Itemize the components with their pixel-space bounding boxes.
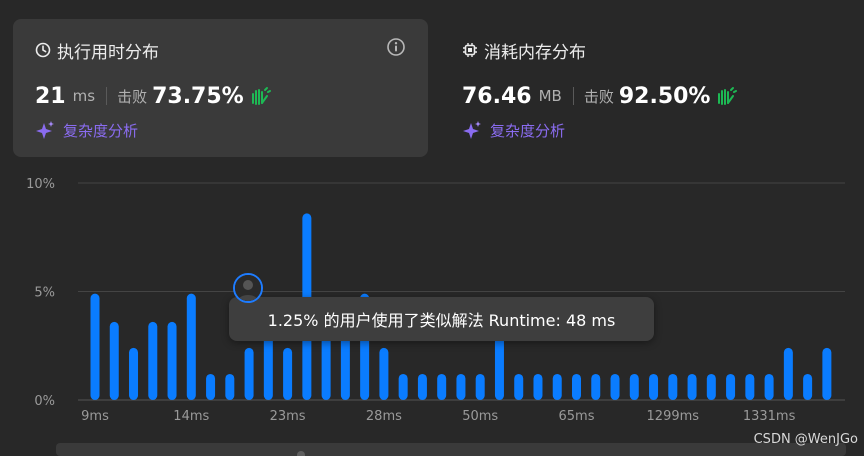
runtime-bar[interactable] — [552, 373, 562, 400]
avatar-image — [235, 275, 261, 301]
sparkle-icon — [463, 121, 481, 139]
x-tick-label: 1331ms — [743, 409, 796, 424]
runtime-unit: ms — [72, 87, 96, 105]
runtime-bar[interactable] — [129, 347, 139, 400]
scrollbar-thumb[interactable] — [297, 451, 305, 456]
runtime-bar[interactable] — [379, 347, 389, 400]
runtime-stats: 21 ms 击败 73.75% — [35, 81, 272, 111]
bar-tooltip: 1.25% 的用户使用了类似解法 Runtime: 48 ms — [229, 297, 654, 341]
memory-complexity-label: 复杂度分析 — [490, 121, 566, 140]
runtime-bar[interactable] — [726, 373, 736, 400]
x-tick-label: 65ms — [559, 409, 595, 424]
runtime-bar[interactable] — [225, 373, 235, 400]
sparkle-icon — [36, 121, 54, 139]
runtime-bar[interactable] — [610, 373, 620, 400]
runtime-bar[interactable] — [417, 373, 427, 400]
divider — [572, 87, 574, 105]
runtime-bar[interactable] — [456, 373, 466, 400]
x-tick-label: 9ms — [81, 409, 109, 424]
x-tick-label: 28ms — [366, 409, 402, 424]
runtime-complexity-link[interactable]: 复杂度分析 — [35, 119, 138, 141]
runtime-bar[interactable] — [803, 373, 813, 400]
memory-value: 76.46 — [462, 83, 532, 109]
divider — [106, 87, 108, 105]
runtime-bar[interactable] — [437, 373, 447, 400]
clock-icon — [35, 42, 51, 58]
memory-card[interactable]: 消耗内存分布 76.46 MB 击败 92.50% 复杂度分析 — [440, 19, 855, 157]
y-tick-label: 0% — [34, 394, 55, 409]
runtime-beat-label: 击败 — [117, 87, 148, 106]
chip-icon — [463, 43, 477, 57]
runtime-bar[interactable] — [148, 321, 158, 400]
memory-beat-percent: 92.50% — [618, 83, 711, 109]
memory-title: 消耗内存分布 — [462, 39, 586, 63]
user-avatar[interactable] — [233, 273, 263, 303]
runtime-bar[interactable] — [90, 293, 100, 400]
runtime-bar[interactable] — [764, 373, 774, 400]
y-tick-label: 5% — [34, 286, 55, 301]
runtime-bar[interactable] — [206, 373, 216, 400]
runtime-beat-percent: 73.75% — [152, 83, 244, 109]
memory-beat-label: 击败 — [583, 87, 614, 106]
memory-complexity-link[interactable]: 复杂度分析 — [462, 119, 565, 141]
runtime-bar[interactable] — [283, 347, 293, 400]
runtime-bar[interactable] — [244, 347, 254, 400]
x-tick-label: 23ms — [270, 409, 306, 424]
runtime-bar[interactable] — [822, 347, 832, 400]
runtime-bar[interactable] — [591, 373, 601, 400]
y-tick-label: 10% — [26, 177, 55, 192]
runtime-bar[interactable] — [745, 373, 755, 400]
memory-title-text: 消耗内存分布 — [484, 42, 586, 63]
runtime-title: 执行用时分布 — [35, 39, 159, 63]
memory-stats: 76.46 MB 击败 92.50% — [462, 81, 738, 111]
runtime-bar[interactable] — [186, 293, 196, 400]
x-tick-label: 14ms — [173, 409, 209, 424]
runtime-bar[interactable] — [629, 373, 639, 400]
x-tick-label: 1299ms — [647, 409, 700, 424]
runtime-title-text: 执行用时分布 — [57, 42, 159, 63]
clap-icon — [718, 87, 738, 105]
runtime-bar[interactable] — [475, 373, 485, 400]
runtime-bar[interactable] — [572, 373, 581, 400]
info-icon[interactable] — [386, 37, 406, 57]
runtime-bar[interactable] — [109, 321, 119, 400]
tooltip-text: 1.25% 的用户使用了类似解法 Runtime: 48 ms — [267, 311, 616, 330]
clap-icon — [251, 87, 271, 105]
runtime-complexity-label: 复杂度分析 — [63, 121, 139, 140]
memory-unit: MB — [538, 87, 562, 105]
watermark: CSDN @WenJGo — [753, 432, 858, 447]
runtime-bar[interactable] — [706, 373, 716, 400]
runtime-bar[interactable] — [398, 373, 408, 400]
horizontal-scrollbar[interactable] — [56, 443, 846, 456]
x-tick-label: 50ms — [462, 409, 498, 424]
runtime-bar[interactable] — [514, 373, 524, 400]
runtime-bar[interactable] — [649, 373, 659, 400]
runtime-bar[interactable] — [687, 373, 697, 400]
runtime-bar[interactable] — [167, 321, 177, 400]
runtime-bar[interactable] — [668, 373, 678, 400]
runtime-value: 21 — [35, 83, 66, 109]
runtime-bar[interactable] — [533, 373, 543, 400]
runtime-bar[interactable] — [783, 347, 793, 400]
runtime-distribution-chart[interactable]: 10% 5% 0% 9ms 14ms 23ms 28ms 50ms 65ms 1299ms 1331… — [0, 165, 864, 425]
runtime-card[interactable]: 执行用时分布 21 ms 击败 73.75% 复杂度分析 — [13, 19, 428, 157]
